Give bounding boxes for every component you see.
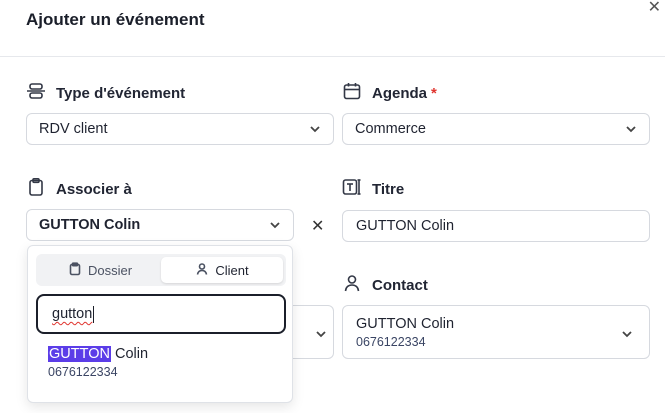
contact-label-text: Contact: [372, 276, 428, 294]
tab-dossier-label: Dossier: [87, 262, 133, 278]
associer-select[interactable]: GUTTON Colin: [26, 209, 294, 241]
contact-label: Contact: [342, 273, 428, 297]
contact-name: GUTTON Colin: [356, 316, 455, 332]
chevron-down-icon: [621, 327, 633, 345]
agenda-select[interactable]: Commerce: [342, 113, 650, 145]
type-label: Type d'événement: [26, 81, 185, 105]
modal-title: Ajouter un événement: [26, 10, 205, 29]
close-icon[interactable]: ✕: [648, 0, 661, 17]
result-name-rest: Colin: [110, 346, 149, 362]
type-select-value: RDV client: [39, 121, 108, 137]
type-label-text: Type d'événement: [56, 84, 186, 102]
result-name: GUTTON Colin: [48, 346, 148, 362]
chevron-down-icon: [315, 327, 327, 345]
titre-label-text: Titre: [372, 180, 405, 198]
clipboard-icon: [68, 261, 82, 279]
user-icon: [195, 262, 209, 279]
text-caret: [93, 305, 95, 323]
user-icon: [342, 273, 362, 297]
clipboard-icon: [26, 177, 46, 201]
list-item[interactable]: GUTTON Colin 0676122334: [48, 346, 148, 379]
segmented-control: Dossier Client: [36, 254, 286, 286]
associer-label-text: Associer à: [56, 180, 132, 198]
required-mark: *: [431, 84, 437, 102]
text-cursor-icon: [342, 177, 362, 201]
agenda-select-value: Commerce: [355, 121, 426, 137]
tab-client[interactable]: Client: [161, 257, 283, 283]
clear-association-icon[interactable]: ✕: [311, 216, 324, 236]
split-vertical-icon: [26, 81, 46, 105]
chevron-down-icon: [269, 219, 281, 231]
type-select[interactable]: RDV client: [26, 113, 334, 145]
tab-client-label: Client: [215, 262, 249, 278]
titre-input[interactable]: GUTTON Colin: [342, 210, 650, 242]
titre-input-value: GUTTON Colin: [356, 218, 455, 234]
chevron-down-icon: [625, 123, 637, 135]
tab-dossier[interactable]: Dossier: [39, 257, 161, 283]
search-input[interactable]: gutton: [36, 294, 286, 334]
result-phone: 0676122334: [48, 365, 118, 379]
chevron-down-icon: [309, 123, 321, 135]
associer-label: Associer à: [26, 177, 132, 201]
contact-phone: 0676122334: [356, 335, 426, 349]
search-input-value: gutton: [52, 306, 93, 322]
calendar-icon: [342, 81, 362, 105]
header-divider: [0, 56, 665, 57]
association-popover: Dossier Client gutton GUTTON Colin 06761…: [27, 245, 293, 403]
result-highlight: GUTTON: [48, 346, 111, 362]
agenda-label: Agenda *: [342, 81, 437, 105]
titre-label: Titre: [342, 177, 404, 201]
associer-select-value: GUTTON Colin: [39, 217, 141, 233]
agenda-label-text: Agenda: [372, 84, 428, 102]
contact-select[interactable]: GUTTON Colin 0676122334: [342, 305, 650, 359]
